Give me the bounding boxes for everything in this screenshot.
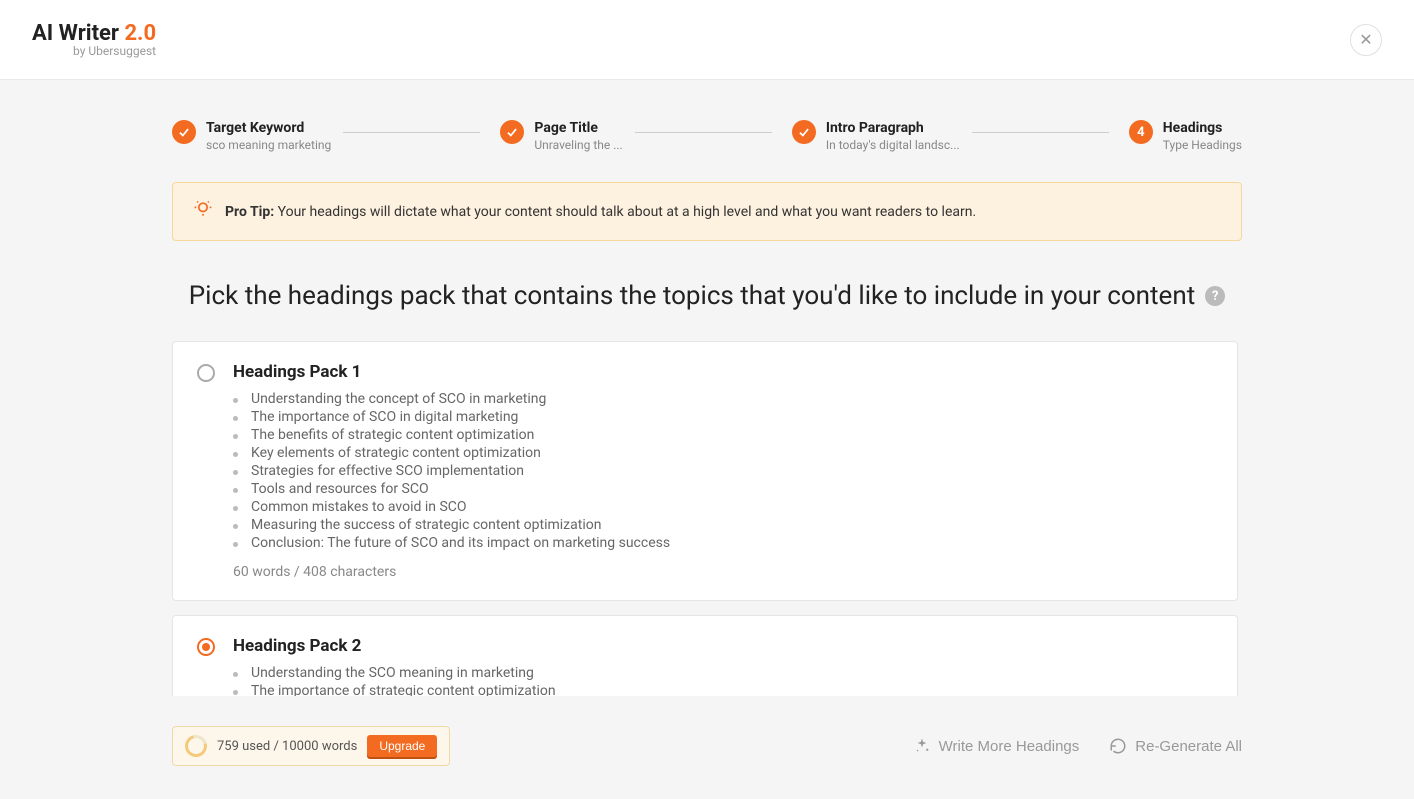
heading-item: Common mistakes to avoid in SCO	[233, 498, 1213, 516]
heading-item: Conclusion: The future of SCO and its im…	[233, 534, 1213, 552]
headings-pack[interactable]: Headings Pack 2 Understanding the SCO mea…	[172, 615, 1238, 696]
heading-item: The benefits of strategic content optimi…	[233, 426, 1213, 444]
heading-item: Key elements of strategic content optimi…	[233, 444, 1213, 462]
sparkle-icon	[913, 737, 931, 755]
heading-item: Strategies for effective SCO implementat…	[233, 462, 1213, 480]
step-number-icon: 4	[1129, 120, 1153, 144]
write-more-label: Write More Headings	[939, 738, 1080, 755]
check-icon	[792, 120, 816, 144]
logo-text-a: AI Writer	[32, 21, 124, 46]
heading-item: The importance of SCO in digital marketi…	[233, 408, 1213, 426]
pack-title: Headings Pack 2	[233, 636, 1213, 656]
app-logo: AI Writer 2.0 by Ubersuggest	[32, 21, 156, 58]
step-sub: Type Headings	[1163, 138, 1242, 152]
close-icon: ✕	[1359, 30, 1372, 50]
write-more-headings-button[interactable]: Write More Headings	[913, 737, 1080, 755]
step-intro-paragraph[interactable]: Intro Paragraph In today's digital lands…	[792, 120, 960, 152]
heading-item: Measuring the success of strategic conte…	[233, 516, 1213, 534]
heading-item: The importance of strategic content opti…	[233, 682, 1213, 696]
step-connector	[343, 132, 480, 133]
heading-item: Tools and resources for SCO	[233, 480, 1213, 498]
pro-tip-text: Your headings will dictate what your con…	[274, 204, 976, 220]
pack-title: Headings Pack 1	[233, 362, 1213, 382]
pack-headings-list: Understanding the concept of SCO in mark…	[233, 390, 1213, 552]
logo-text-b: 2.0	[124, 21, 156, 46]
help-icon[interactable]: ?	[1205, 286, 1225, 306]
step-page-title[interactable]: Page Title Unraveling the ...	[500, 120, 622, 152]
pack-headings-list: Understanding the SCO meaning in marketi…	[233, 664, 1213, 696]
headings-packs-list[interactable]: Headings Pack 1 Understanding the concept…	[172, 341, 1242, 696]
refresh-icon	[1109, 737, 1127, 755]
check-icon	[500, 120, 524, 144]
step-sub: Unraveling the ...	[534, 138, 622, 152]
logo-subtext: by Ubersuggest	[32, 44, 156, 58]
step-title: Intro Paragraph	[826, 120, 960, 136]
app-header: AI Writer 2.0 by Ubersuggest ✕	[0, 0, 1414, 80]
step-target-keyword[interactable]: Target Keyword sco meaning marketing	[172, 120, 331, 152]
pro-tip-label: Pro Tip:	[225, 204, 274, 220]
radio-button[interactable]	[197, 364, 215, 382]
regenerate-label: Re-Generate All	[1135, 738, 1242, 755]
page-title: Pick the headings pack that contains the…	[172, 281, 1242, 311]
step-title: Target Keyword	[206, 120, 331, 136]
usage-text: 759 used / 10000 words	[217, 739, 357, 754]
step-sub: sco meaning marketing	[206, 138, 331, 152]
wizard-stepper: Target Keyword sco meaning marketing Pag…	[172, 120, 1242, 152]
usage-box: 759 used / 10000 words Upgrade	[172, 726, 450, 766]
step-title: Headings	[1163, 120, 1242, 136]
step-sub: In today's digital landsc...	[826, 138, 960, 152]
footer-bar: 759 used / 10000 words Upgrade Write Mor…	[172, 726, 1242, 786]
lightbulb-icon	[193, 199, 213, 224]
close-button[interactable]: ✕	[1350, 24, 1382, 56]
heading-item: Understanding the concept of SCO in mark…	[233, 390, 1213, 408]
page-title-text: Pick the headings pack that contains the…	[189, 281, 1195, 311]
step-headings[interactable]: 4 Headings Type Headings	[1129, 120, 1242, 152]
upgrade-button[interactable]: Upgrade	[367, 735, 437, 757]
usage-ring-icon	[181, 731, 211, 761]
check-icon	[172, 120, 196, 144]
radio-button[interactable]	[197, 638, 215, 656]
regenerate-all-button[interactable]: Re-Generate All	[1109, 737, 1242, 755]
pack-meta: 60 words / 408 characters	[233, 564, 1213, 580]
step-connector	[635, 132, 772, 133]
step-title: Page Title	[534, 120, 622, 136]
headings-pack[interactable]: Headings Pack 1 Understanding the concept…	[172, 341, 1238, 601]
pro-tip-banner: Pro Tip: Your headings will dictate what…	[172, 182, 1242, 241]
step-connector	[972, 132, 1109, 133]
heading-item: Understanding the SCO meaning in marketi…	[233, 664, 1213, 682]
